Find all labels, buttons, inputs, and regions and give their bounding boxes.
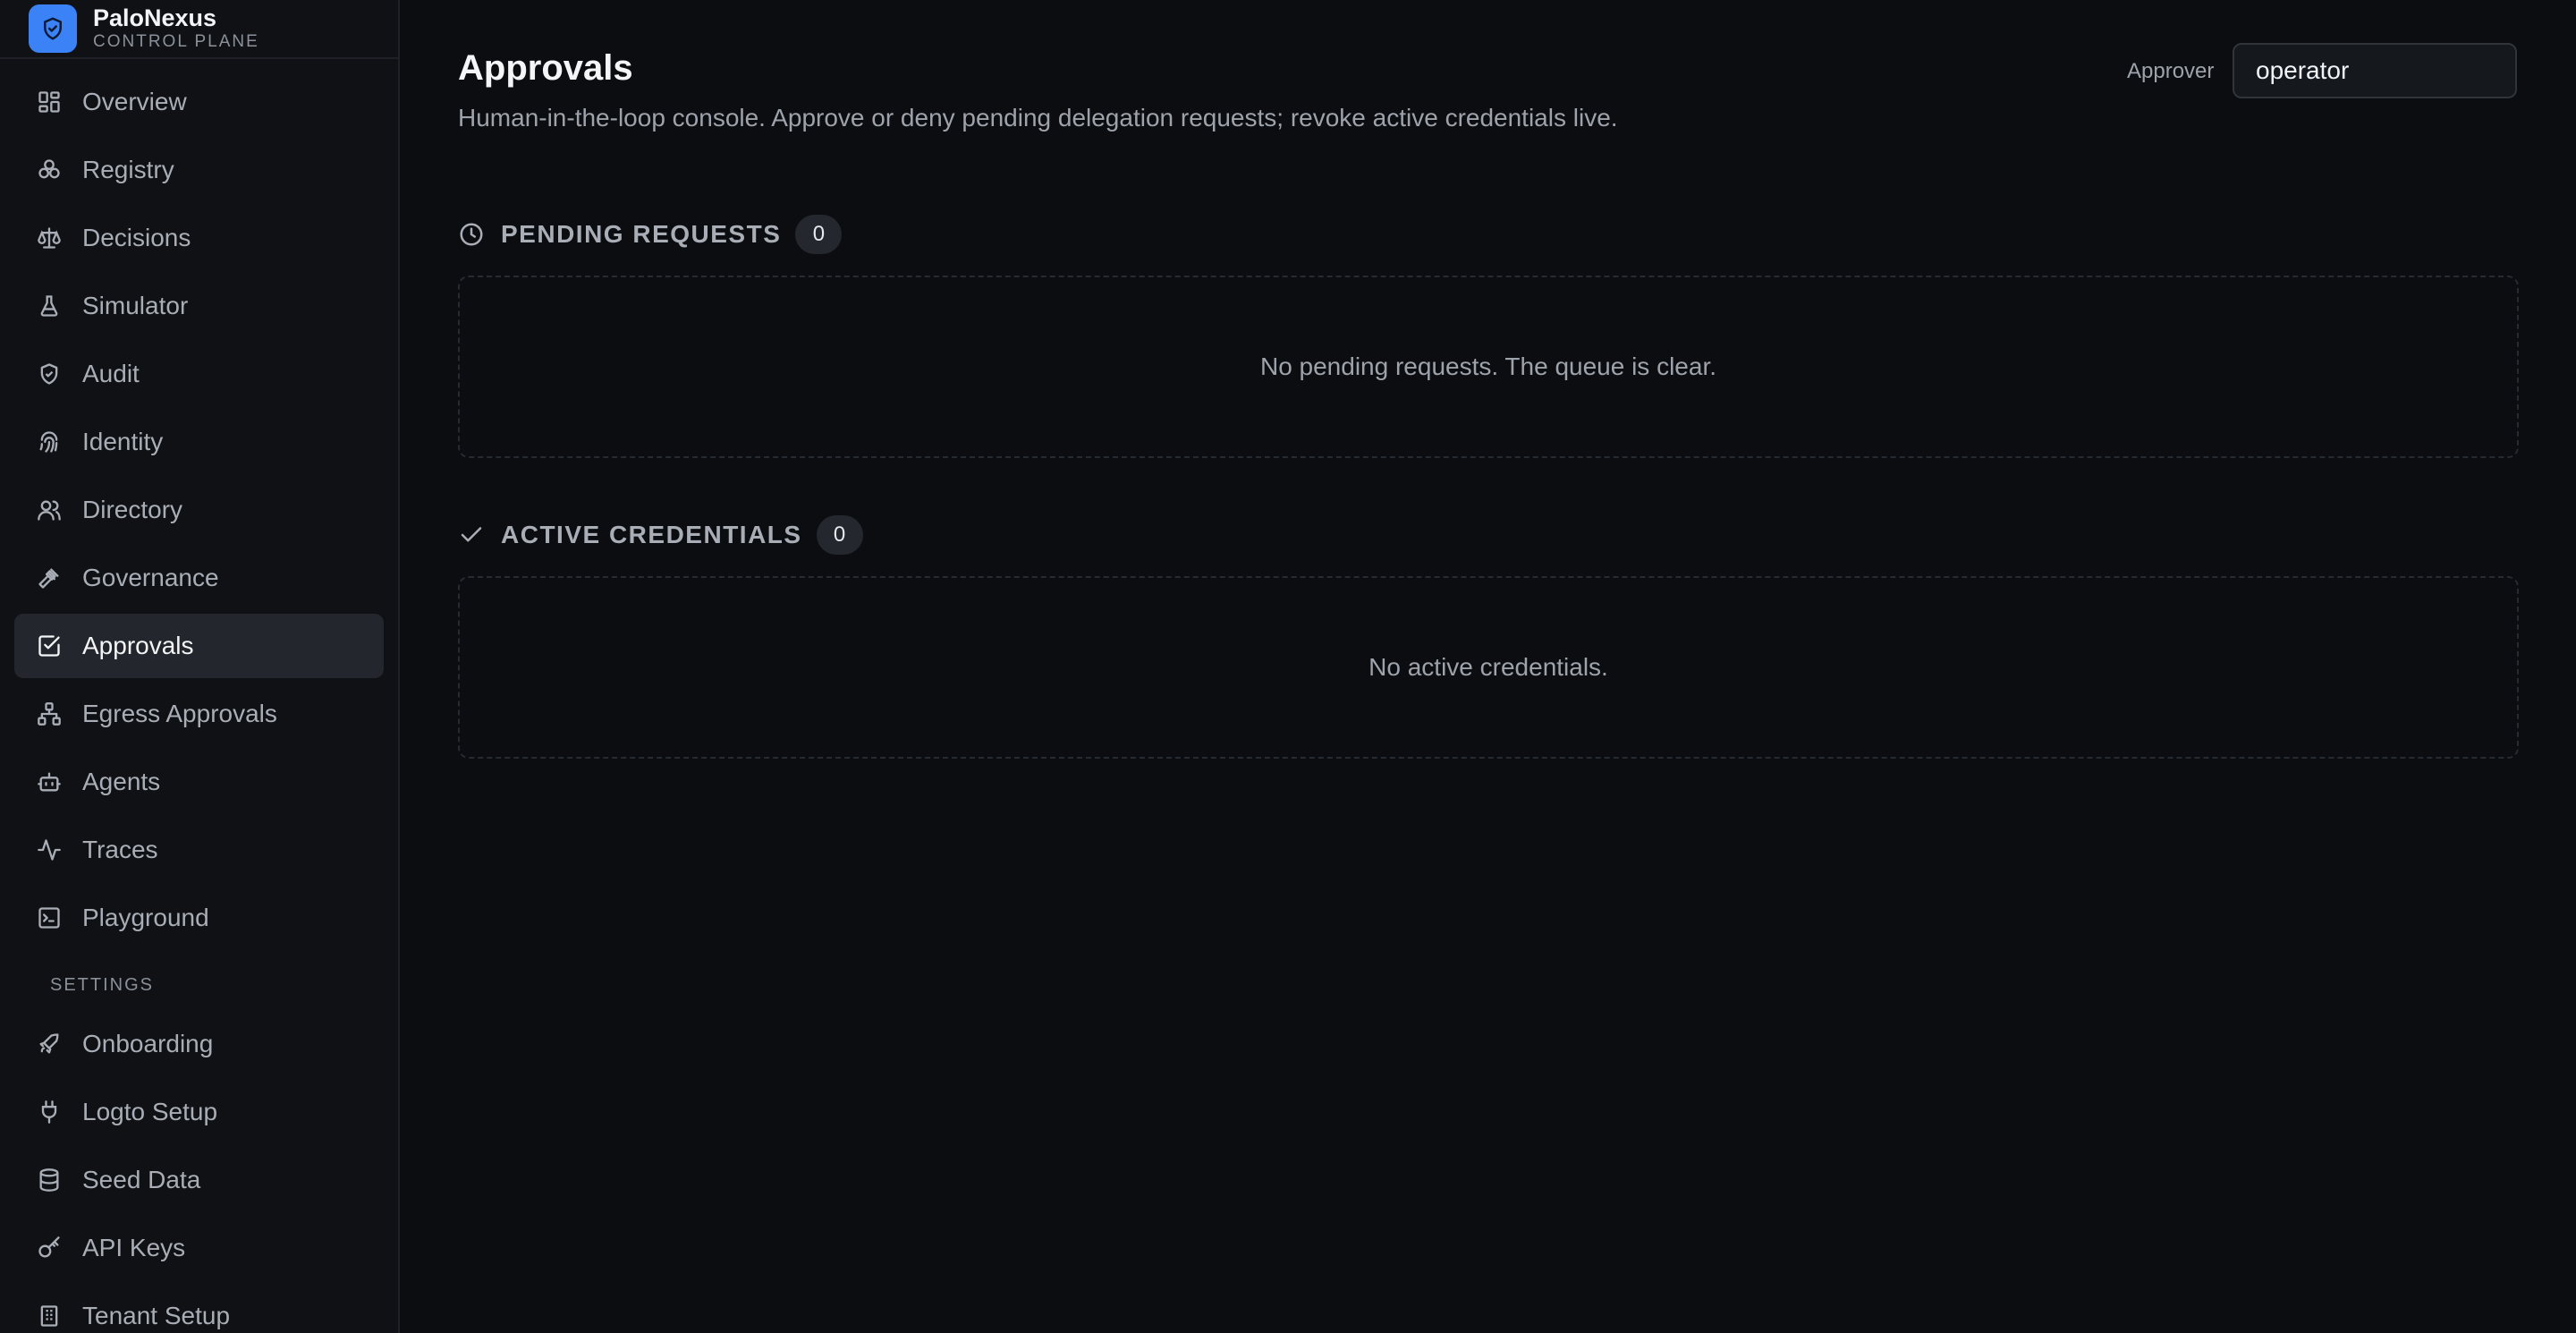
- sidebar-item-egress-approvals[interactable]: Egress Approvals: [14, 682, 384, 746]
- users-icon: [36, 497, 63, 523]
- sidebar-item-governance[interactable]: Governance: [14, 546, 384, 610]
- sidebar-item-label: API Keys: [82, 1234, 186, 1261]
- page-title: Approvals: [458, 48, 633, 88]
- terminal-icon: [36, 904, 63, 931]
- sidebar-item-label: Registry: [82, 156, 174, 183]
- brand-name: PaloNexus: [93, 4, 217, 31]
- sidebar-item-label: Playground: [82, 904, 209, 931]
- sidebar-item-label: Approvals: [82, 632, 194, 659]
- approver-label: Approver: [2127, 59, 2215, 83]
- active-empty-text: No active credentials.: [1368, 653, 1608, 681]
- fingerprint-icon: [36, 429, 63, 455]
- key-icon: [36, 1235, 63, 1261]
- sidebar-item-label: Tenant Setup: [82, 1302, 231, 1329]
- sidebar-item-label: Directory: [82, 496, 183, 523]
- shield-logo-icon: [29, 4, 77, 53]
- sidebar-item-identity[interactable]: Identity: [14, 410, 384, 474]
- sidebar-item-logto-setup[interactable]: Logto Setup: [14, 1080, 384, 1144]
- sidebar-item-registry[interactable]: Registry: [14, 138, 384, 202]
- database-icon: [36, 1167, 63, 1193]
- active-credentials-header: ACTIVE CREDENTIALS 0: [458, 515, 863, 555]
- sidebar-item-simulator[interactable]: Simulator: [14, 274, 384, 338]
- active-empty-state: No active credentials.: [458, 576, 2519, 759]
- pending-requests-header: PENDING REQUESTS 0: [458, 215, 843, 254]
- clock-icon: [458, 221, 485, 248]
- gavel-icon: [36, 565, 63, 591]
- shield-check-icon: [36, 361, 63, 387]
- sidebar-item-label: Decisions: [82, 224, 191, 251]
- sidebar-item-label: Logto Setup: [82, 1098, 218, 1125]
- settings-section-label: SETTINGS: [50, 975, 155, 995]
- flask-icon: [36, 293, 63, 319]
- registry-icon: [36, 157, 63, 183]
- sidebar-item-audit[interactable]: Audit: [14, 342, 384, 406]
- scale-icon: [36, 225, 63, 251]
- check-square-icon: [36, 633, 63, 659]
- sidebar-item-agents[interactable]: Agents: [14, 750, 384, 814]
- pending-count-badge: 0: [795, 215, 843, 254]
- sidebar-item-label: Onboarding: [82, 1030, 214, 1057]
- active-count-badge: 0: [816, 515, 863, 555]
- sidebar-item-overview[interactable]: Overview: [14, 70, 384, 134]
- sidebar-item-traces[interactable]: Traces: [14, 818, 384, 882]
- sidebar-nav: Overview Registry Decisions Simulator Au…: [0, 59, 398, 1333]
- sidebar-item-label: Agents: [82, 768, 161, 795]
- sidebar-item-seed-data[interactable]: Seed Data: [14, 1148, 384, 1212]
- sidebar-item-label: Governance: [82, 564, 219, 591]
- sidebar-item-label: Audit: [82, 360, 140, 387]
- bot-icon: [36, 768, 63, 795]
- pending-empty-text: No pending requests. The queue is clear.: [1259, 352, 1717, 380]
- active-credentials-title: ACTIVE CREDENTIALS: [501, 521, 802, 548]
- building-icon: [36, 1303, 63, 1329]
- rocket-icon: [36, 1031, 63, 1057]
- brand-header[interactable]: PaloNexus CONTROL PLANE: [0, 0, 398, 59]
- sidebar-item-tenant-setup[interactable]: Tenant Setup: [14, 1284, 384, 1333]
- activity-icon: [36, 836, 63, 863]
- brand-subtitle: CONTROL PLANE: [93, 32, 259, 51]
- sidebar-item-decisions[interactable]: Decisions: [14, 206, 384, 270]
- sidebar-item-onboarding[interactable]: Onboarding: [14, 1012, 384, 1076]
- pending-requests-title: PENDING REQUESTS: [501, 220, 782, 248]
- network-icon: [36, 700, 63, 727]
- sidebar-item-api-keys[interactable]: API Keys: [14, 1216, 384, 1280]
- sidebar-item-directory[interactable]: Directory: [14, 478, 384, 542]
- sidebar-item-label: Simulator: [82, 292, 189, 319]
- sidebar-item-approvals[interactable]: Approvals: [14, 614, 384, 678]
- plug-icon: [36, 1099, 63, 1125]
- approver-input[interactable]: [2233, 43, 2517, 98]
- sidebar-item-label: Egress Approvals: [82, 700, 277, 727]
- sidebar-item-label: Seed Data: [82, 1166, 201, 1193]
- pending-empty-state: No pending requests. The queue is clear.: [458, 276, 2519, 458]
- check-icon: [458, 522, 485, 548]
- sidebar-item-label: Overview: [82, 88, 187, 115]
- sidebar: PaloNexus CONTROL PLANE Overview Registr…: [0, 0, 400, 1333]
- sidebar-item-label: Traces: [82, 836, 158, 863]
- page-description: Human-in-the-loop console. Approve or de…: [458, 104, 1618, 132]
- dashboard-icon: [36, 89, 63, 115]
- sidebar-item-label: Identity: [82, 428, 164, 455]
- sidebar-item-playground[interactable]: Playground: [14, 886, 384, 950]
